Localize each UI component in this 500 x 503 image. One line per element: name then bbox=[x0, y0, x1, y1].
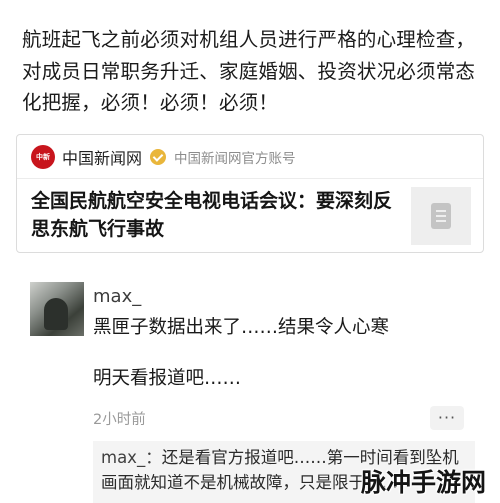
chinanews-logo-icon: 中新 bbox=[31, 145, 55, 169]
source-description: 中国新闻网官方账号 bbox=[174, 151, 296, 167]
verified-badge-icon bbox=[150, 149, 167, 165]
document-icon bbox=[431, 203, 451, 229]
article-thumbnail bbox=[411, 187, 471, 245]
source-name: 中国新闻网 bbox=[62, 149, 143, 168]
article-title[interactable]: 全国民航航空安全电视电话会议：要深刻反思东航飞行事故 bbox=[31, 187, 409, 243]
avatar[interactable] bbox=[30, 282, 84, 336]
comment-username[interactable]: max_ bbox=[93, 286, 141, 307]
more-options-button[interactable]: ··· bbox=[430, 406, 464, 430]
comment-body: 黑匣子数据出来了……结果令人心寒 明天看报道吧…… bbox=[93, 314, 473, 393]
post-text: 航班起飞之前必须对机组人员进行严格的心理检查，对成员日常职务升迁、家庭婚姻、投资… bbox=[22, 28, 476, 114]
article-source: 中新 中国新闻网 中国新闻网官方账号 bbox=[31, 145, 296, 169]
card-divider bbox=[17, 178, 483, 179]
comment-line: 明天看报道吧…… bbox=[93, 368, 242, 389]
shared-article-card[interactable]: 中新 中国新闻网 中国新闻网官方账号 全国民航航空安全电视电话会议：要深刻反思东… bbox=[16, 134, 484, 253]
reply-author[interactable]: max_： bbox=[101, 448, 162, 467]
comment-timestamp: 2小时前 bbox=[93, 412, 146, 428]
avatar-figure bbox=[44, 298, 68, 330]
comment-line: 黑匣子数据出来了……结果令人心寒 bbox=[93, 317, 390, 338]
site-watermark: 脉冲手游网 bbox=[360, 468, 486, 497]
